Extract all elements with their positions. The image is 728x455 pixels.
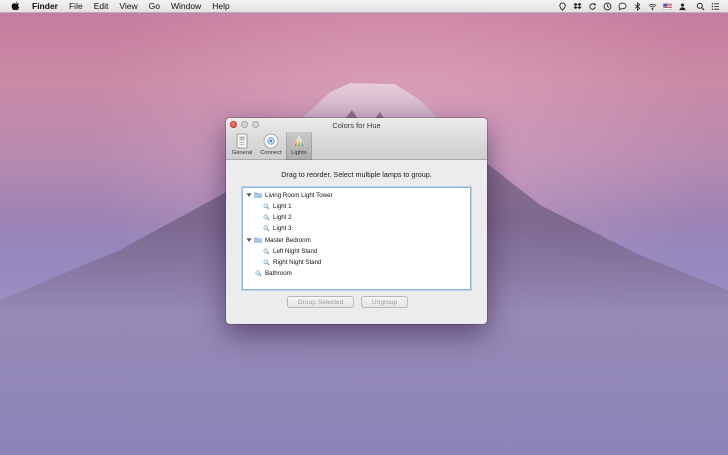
lamp-icon [255,270,262,277]
lamp-icon [263,203,270,210]
folder-icon [254,237,262,243]
menu-window[interactable]: Window [171,0,201,13]
toolbar-tab-lights-label: Lights [291,150,307,156]
menu-view[interactable]: View [119,0,137,13]
tree-lamp-label: Bathroom [265,269,292,277]
apple-menu-icon[interactable] [11,1,21,11]
tree-group-label: Living Room Light Tower [265,191,333,199]
group-selected-button[interactable]: Group Selected [287,296,354,308]
tree-lamp-label: Light 2 [273,213,292,221]
window-titlebar: Colors for Hue General Connect Lights [226,118,487,160]
tree-lamp-row[interactable]: Bathroom [255,268,292,278]
tree-lamp-label: Light 1 [273,202,292,210]
general-icon [234,133,250,149]
chat-icon[interactable] [618,2,627,11]
tree-lamp-label: Left Night Stand [273,247,318,255]
bluetooth-icon[interactable] [633,2,642,11]
tree-lamp-row[interactable]: Left Night Stand [263,246,317,256]
toolbar-tab-lights[interactable]: Lights [286,132,312,160]
user-icon[interactable] [678,2,687,11]
toolbar-tab-general-label: General [231,150,253,156]
menu-file[interactable]: File [69,0,83,13]
menu-bar: Finder File Edit View Go Window Help [0,0,728,13]
tree-group-row[interactable]: Living Room Light Tower [246,190,333,200]
ungroup-button[interactable]: Ungroup [361,296,408,308]
instruction-text: Drag to reorder. Select multiple lamps t… [281,170,432,179]
lamp-icon [263,248,270,255]
flag-icon[interactable] [663,2,672,11]
tree-lamp-label: Light 3 [273,224,292,232]
sync-icon[interactable] [588,2,597,11]
disclosure-triangle-icon[interactable] [246,237,252,243]
menu-help[interactable]: Help [212,0,229,13]
window-title: Colors for Hue [332,121,381,130]
menu-app-name[interactable]: Finder [32,0,58,13]
time-machine-icon[interactable] [603,2,612,11]
notification-list-icon[interactable] [711,2,720,11]
tree-lamp-row[interactable]: Light 3 [263,223,292,233]
toolbar-tab-connect[interactable]: Connect [258,132,284,160]
lights-icon [291,133,307,149]
tree-group-label: Master Bedroom [265,236,311,244]
location-icon[interactable] [558,2,567,11]
dropbox-icon[interactable] [573,2,582,11]
toolbar-tab-connect-label: Connect [260,150,282,156]
connect-icon [263,133,279,149]
preferences-window: Colors for Hue General Connect Lights Dr… [226,118,487,324]
menu-edit[interactable]: Edit [94,0,109,13]
lamp-outline-view[interactable]: Living Room Light Tower Light 1 Light 2 … [242,187,471,290]
lamp-icon [263,214,270,221]
spotlight-icon[interactable] [696,2,705,11]
tree-group-row[interactable]: Master Bedroom [246,235,311,245]
tree-lamp-label: Right Night Stand [273,258,322,266]
tree-lamp-row[interactable]: Light 1 [263,201,292,211]
lamp-icon [263,259,270,266]
toolbar-tab-general[interactable]: General [229,132,255,160]
menu-go[interactable]: Go [149,0,160,13]
tree-lamp-row[interactable]: Right Night Stand [263,257,322,267]
tree-lamp-row[interactable]: Light 2 [263,212,292,222]
lamp-icon [263,225,270,232]
disclosure-triangle-icon[interactable] [246,192,252,198]
wifi-icon[interactable] [648,2,657,11]
folder-icon [254,192,262,198]
